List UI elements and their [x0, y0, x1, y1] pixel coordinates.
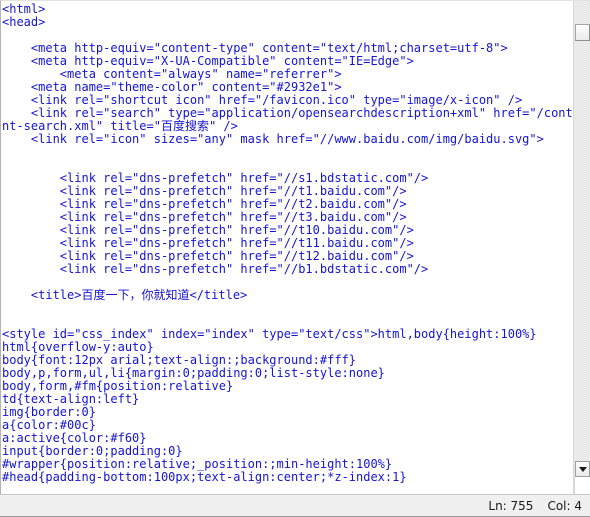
scrollbar-corner	[574, 477, 590, 494]
code-line: <title>百度一下，你就知道</title>	[2, 288, 248, 302]
code-line: <link rel="icon" sizes="any" mask href="…	[2, 132, 544, 146]
code-line: #head{padding-bottom:100px;text-align:ce…	[2, 470, 407, 484]
status-column-number: Col: 4	[547, 498, 582, 513]
code-line: <html>	[2, 2, 46, 16]
source-view-window: <html> <head> <meta http-equiv="content-t…	[0, 0, 590, 517]
scroll-down-button[interactable]	[575, 461, 590, 477]
source-code-content: <html> <head> <meta http-equiv="content-t…	[1, 1, 580, 484]
code-line: <head>	[2, 15, 46, 29]
status-bar: Ln: 755 Col: 4	[0, 494, 590, 517]
status-line-number: Ln: 755	[488, 498, 534, 513]
source-code-text-area[interactable]: <html> <head> <meta http-equiv="content-t…	[0, 0, 590, 494]
code-line: <link rel="dns-prefetch" href="//b1.bdst…	[2, 262, 429, 276]
vertical-scrollbar[interactable]	[573, 1, 590, 494]
chevron-down-icon	[578, 466, 587, 472]
vertical-scrollbar-thumb[interactable]	[575, 24, 590, 41]
